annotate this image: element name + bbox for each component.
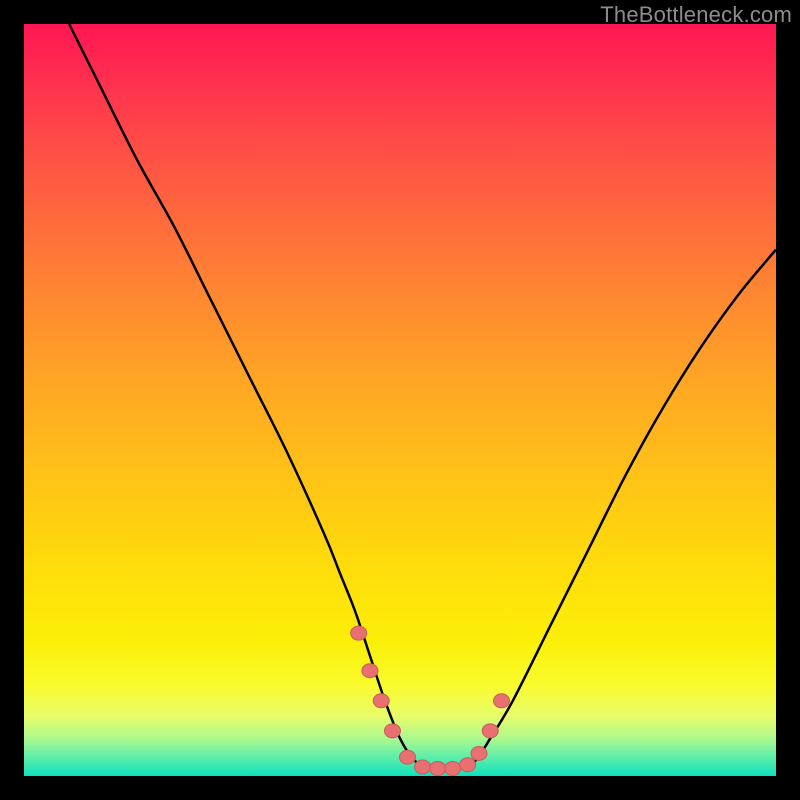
curve-marker: [430, 761, 446, 775]
bottleneck-chart-svg: [24, 24, 776, 776]
watermark-text: TheBottleneck.com: [600, 2, 792, 28]
marker-group: [351, 626, 510, 775]
curve-marker: [482, 724, 498, 738]
curve-marker: [400, 750, 416, 764]
curve-marker: [471, 746, 487, 760]
bottleneck-curve: [69, 24, 776, 769]
curve-marker: [445, 761, 461, 775]
curve-marker: [384, 724, 400, 738]
chart-frame: TheBottleneck.com: [0, 0, 800, 800]
curve-marker: [460, 758, 476, 772]
plot-area: [24, 24, 776, 776]
curve-marker: [373, 694, 389, 708]
curve-marker: [351, 626, 367, 640]
curve-marker: [415, 760, 431, 774]
curve-marker: [494, 694, 510, 708]
curve-marker: [362, 664, 378, 678]
